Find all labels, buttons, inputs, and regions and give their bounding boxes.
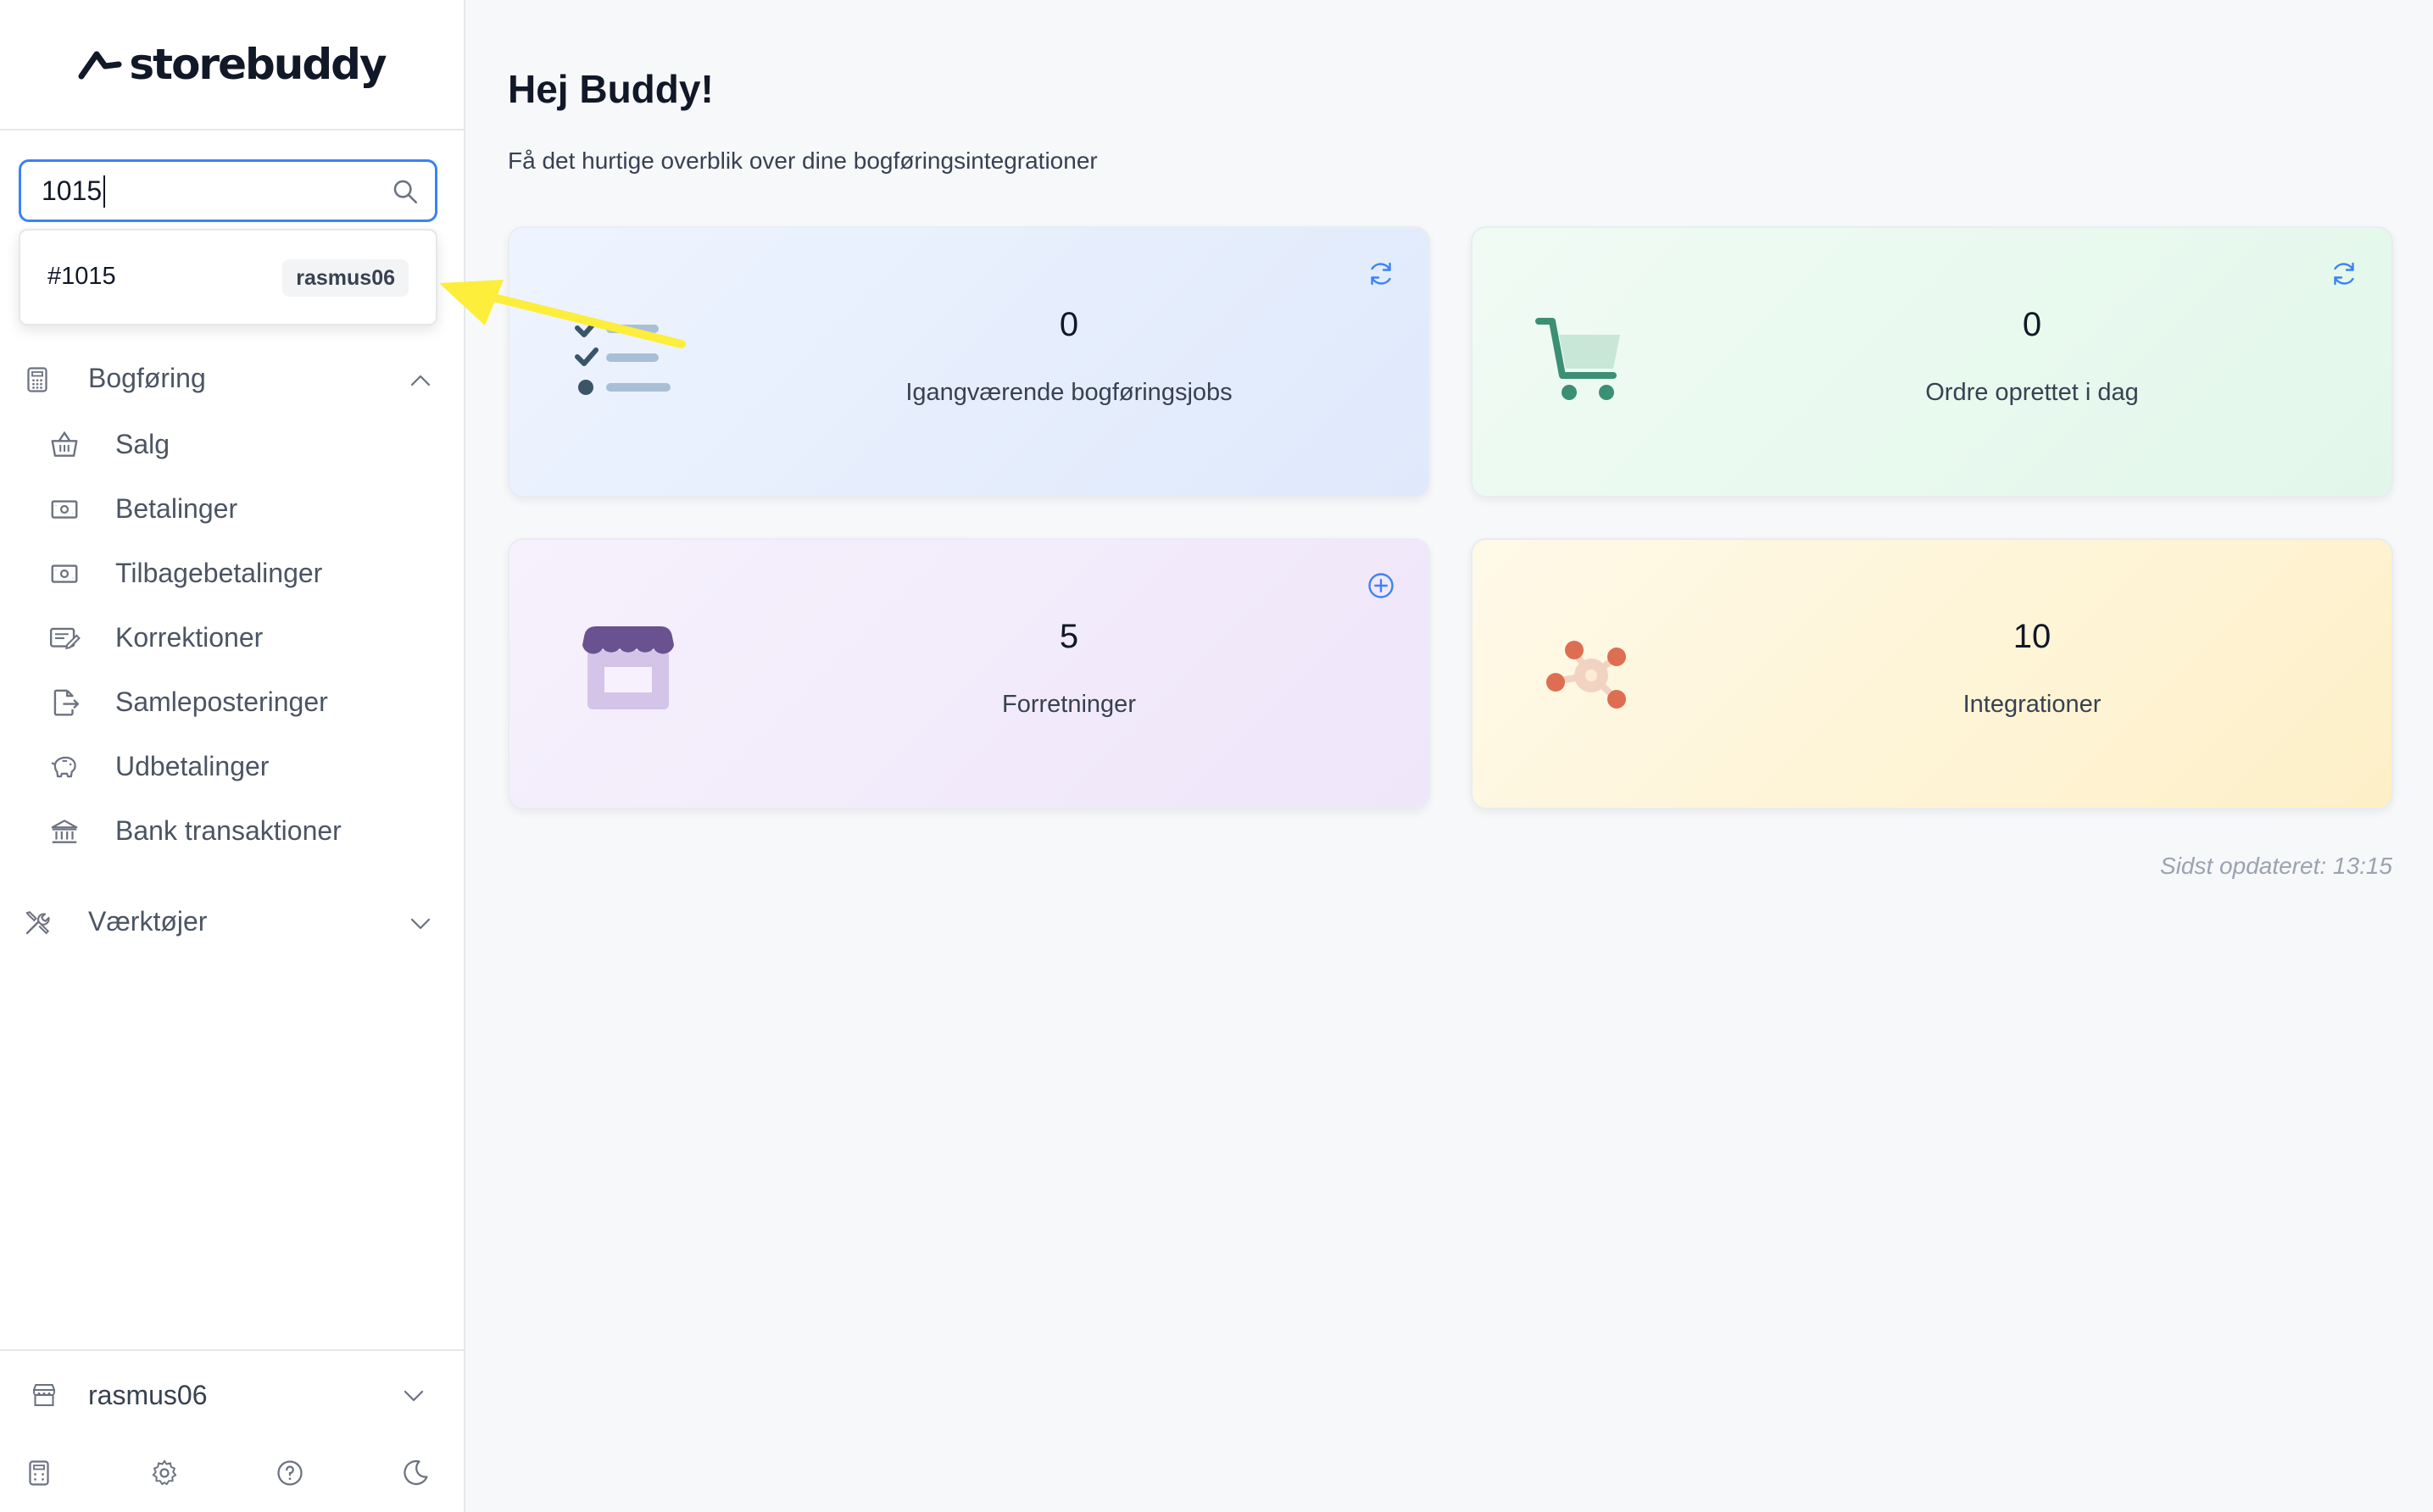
stat-label: Ordre oprettet i dag	[1925, 379, 2139, 406]
logo-text: storebuddy	[129, 40, 387, 89]
chevron-down-icon	[404, 1390, 424, 1402]
logo[interactable]: storebuddy	[0, 0, 464, 131]
sidebar-item-label: Samleposteringer	[115, 687, 328, 717]
search-input[interactable]	[21, 162, 377, 220]
sidebar-item-salg[interactable]: Salg	[0, 419, 465, 471]
sidebar-item-label: Betalinger	[115, 493, 238, 524]
help-icon[interactable]	[275, 1458, 305, 1488]
search-results-dropdown: #1015 rasmus06	[19, 229, 437, 325]
calculator-icon	[27, 367, 47, 392]
file-export-icon	[53, 689, 80, 716]
sidebar-item-label: Udbetalinger	[115, 751, 270, 781]
stat-value: 0	[2022, 306, 2042, 343]
storebuddy-logo-mark	[78, 51, 122, 80]
nav-group-label: Værktøjer	[88, 906, 208, 937]
bank-icon	[51, 820, 78, 843]
main-content: Hej Buddy! Få det hurtige overblik over …	[465, 0, 2433, 1512]
sidebar-item-betalinger[interactable]: Betalinger	[0, 483, 465, 536]
refresh-icon[interactable]	[1366, 258, 1396, 289]
sidebar-footer: rasmus06	[0, 1349, 465, 1512]
sidebar-item-bank-transaktioner[interactable]: Bank transaktioner	[0, 805, 465, 858]
sidebar-item-tilbagebetalinger[interactable]: Tilbagebetalinger	[0, 548, 465, 600]
sidebar-item-samleposteringer[interactable]: Samleposteringer	[0, 676, 465, 729]
account-switcher[interactable]: rasmus06	[0, 1368, 465, 1422]
stat-value: 5	[1059, 618, 1079, 655]
page-subtitle: Få det hurtige overblik over dine bogfør…	[508, 147, 1098, 174]
sidebar-item-udbetalinger[interactable]: Udbetalinger	[0, 741, 465, 793]
stat-label: Integrationer	[1963, 691, 2102, 718]
sidebar-item-label: Bank transaktioner	[115, 815, 342, 846]
refresh-icon[interactable]	[2329, 258, 2359, 289]
search-result-item[interactable]: #1015 rasmus06	[20, 231, 436, 324]
edit-card-icon	[49, 627, 81, 650]
sidebar-item-label: Tilbagebetalinger	[115, 558, 323, 588]
stat-label: Igangværende bogføringsjobs	[905, 379, 1233, 406]
plus-circle-icon[interactable]	[1366, 570, 1396, 601]
stat-card-ordre[interactable]: 0 Ordre oprettet i dag	[1471, 226, 2393, 498]
result-order-id: #1015	[47, 263, 116, 290]
stat-card-forretninger[interactable]: 5 Forretninger	[508, 538, 1430, 809]
search-box[interactable]	[19, 159, 437, 222]
result-store-badge: rasmus06	[282, 259, 409, 297]
stat-card-integrationer[interactable]: 10 Integrationer	[1471, 538, 2393, 809]
page-title: Hej Buddy!	[508, 67, 714, 111]
gear-icon[interactable]	[149, 1458, 180, 1488]
basket-icon	[51, 431, 78, 457]
chevron-up-icon	[410, 375, 431, 386]
stat-value: 10	[2013, 618, 2052, 655]
stat-label: Forretninger	[1002, 691, 1136, 718]
piggy-bank-icon	[51, 756, 76, 778]
sidebar-item-label: Salg	[115, 429, 170, 459]
annotation-arrow-icon	[439, 280, 686, 348]
sidebar: storebuddy #1015 rasmus06 Bogføring	[0, 0, 465, 1512]
tools-icon	[25, 911, 50, 935]
nav-group-label: Bogføring	[88, 363, 206, 393]
last-updated: Sidst opdateret: 13:15	[2160, 853, 2392, 879]
sidebar-item-label: Korrektioner	[115, 622, 264, 653]
chevron-down-icon	[410, 918, 431, 930]
banknote-icon	[51, 564, 78, 583]
sidebar-item-korrektioner[interactable]: Korrektioner	[0, 612, 465, 664]
search-icon[interactable]	[391, 177, 420, 206]
nav-group-header-vaerktojer[interactable]: Værktøjer	[0, 898, 465, 948]
banknote-icon	[51, 500, 78, 519]
moon-icon[interactable]	[400, 1458, 431, 1488]
nav-group-header-bogforing[interactable]: Bogføring	[0, 354, 465, 405]
calculator-icon[interactable]	[24, 1458, 54, 1488]
store-icon	[32, 1383, 56, 1407]
account-name: rasmus06	[88, 1380, 208, 1410]
text-caret	[103, 175, 105, 208]
